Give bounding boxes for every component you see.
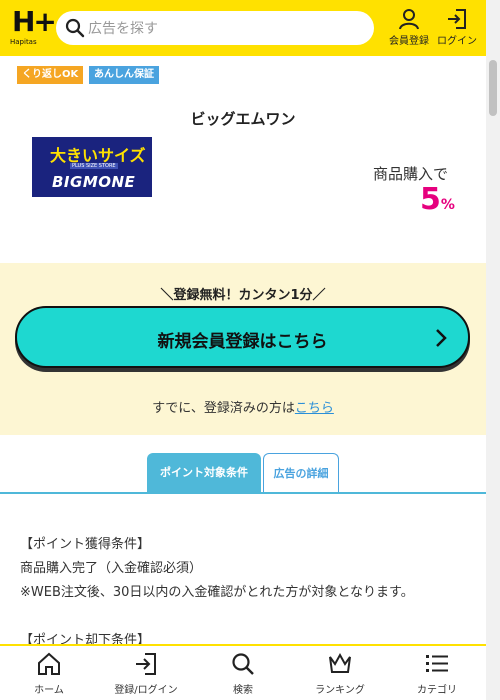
chevron-right-icon <box>436 329 447 347</box>
scrollbar-thumb[interactable] <box>489 60 497 116</box>
condition-note: ※WEB注文後、30日以内の入金確認がとれた方が対象となります。 <box>20 585 414 600</box>
header: H+ Hapitas 会員登録 ログイン <box>0 0 486 56</box>
condition-heading: 【ポイント獲得条件】 <box>20 537 151 552</box>
bottom-nav: ホーム 登録/ログイン 検索 ランキング カテゴリ <box>0 644 486 700</box>
conditions-content: 【ポイント獲得条件】 商品購入完了（入金確認必須） ※WEB注文後、30日以内の… <box>20 533 476 653</box>
list-icon <box>426 655 448 672</box>
login-label: ログイン <box>437 36 477 47</box>
logo-mark: H+ <box>12 5 57 38</box>
nav-search[interactable]: 検索 <box>203 652 283 700</box>
nav-login[interactable]: 登録/ログイン <box>106 652 186 700</box>
search-input[interactable] <box>88 11 358 45</box>
badge-guarantee: あんしん保証 <box>89 66 159 84</box>
register-catchcopy: ＼登録無料！カンタン1分／ <box>160 288 326 303</box>
register-label: 会員登録 <box>389 36 429 47</box>
rate-label: 商品購入で <box>373 165 449 183</box>
user-icon <box>399 9 419 30</box>
tab-ad-details[interactable]: 広告の詳細 <box>263 453 339 493</box>
shop-logo: 大きいサイズ PLUS SIZE STORE BIGMONE <box>32 137 152 197</box>
signup-button-label: 新規会員登録はこちら <box>157 332 328 352</box>
already-registered: すでに、登録済みの方はこちら <box>152 401 334 416</box>
tab-underline <box>0 492 486 494</box>
login-icon <box>448 9 466 29</box>
badge-repeat-ok: くり返しOK <box>17 66 84 84</box>
login-link[interactable]: こちら <box>295 401 334 416</box>
register-button[interactable]: 会員登録 <box>386 8 432 48</box>
scrollbar[interactable] <box>486 0 500 700</box>
login-icon <box>136 653 156 675</box>
condition-text: 商品購入完了（入金確認必須） <box>20 561 203 576</box>
search-box[interactable] <box>56 11 374 45</box>
shop-name: ビッグエムワン <box>190 110 296 128</box>
nav-home[interactable]: ホーム <box>9 652 89 700</box>
point-rate: 5% <box>420 182 455 217</box>
login-button[interactable]: ログイン <box>434 8 480 48</box>
logo-sub: Hapitas <box>10 38 37 46</box>
nav-category[interactable]: カテゴリ <box>397 652 477 700</box>
nav-ranking[interactable]: ランキング <box>300 652 380 700</box>
tab-point-conditions[interactable]: ポイント対象条件 <box>147 453 261 493</box>
signup-button[interactable]: 新規会員登録はこちら <box>15 306 470 368</box>
crown-icon <box>329 652 351 673</box>
hapitas-logo[interactable]: H+ Hapitas <box>10 8 57 47</box>
search-icon <box>65 18 85 38</box>
search-icon <box>232 653 254 675</box>
home-icon <box>38 652 60 675</box>
